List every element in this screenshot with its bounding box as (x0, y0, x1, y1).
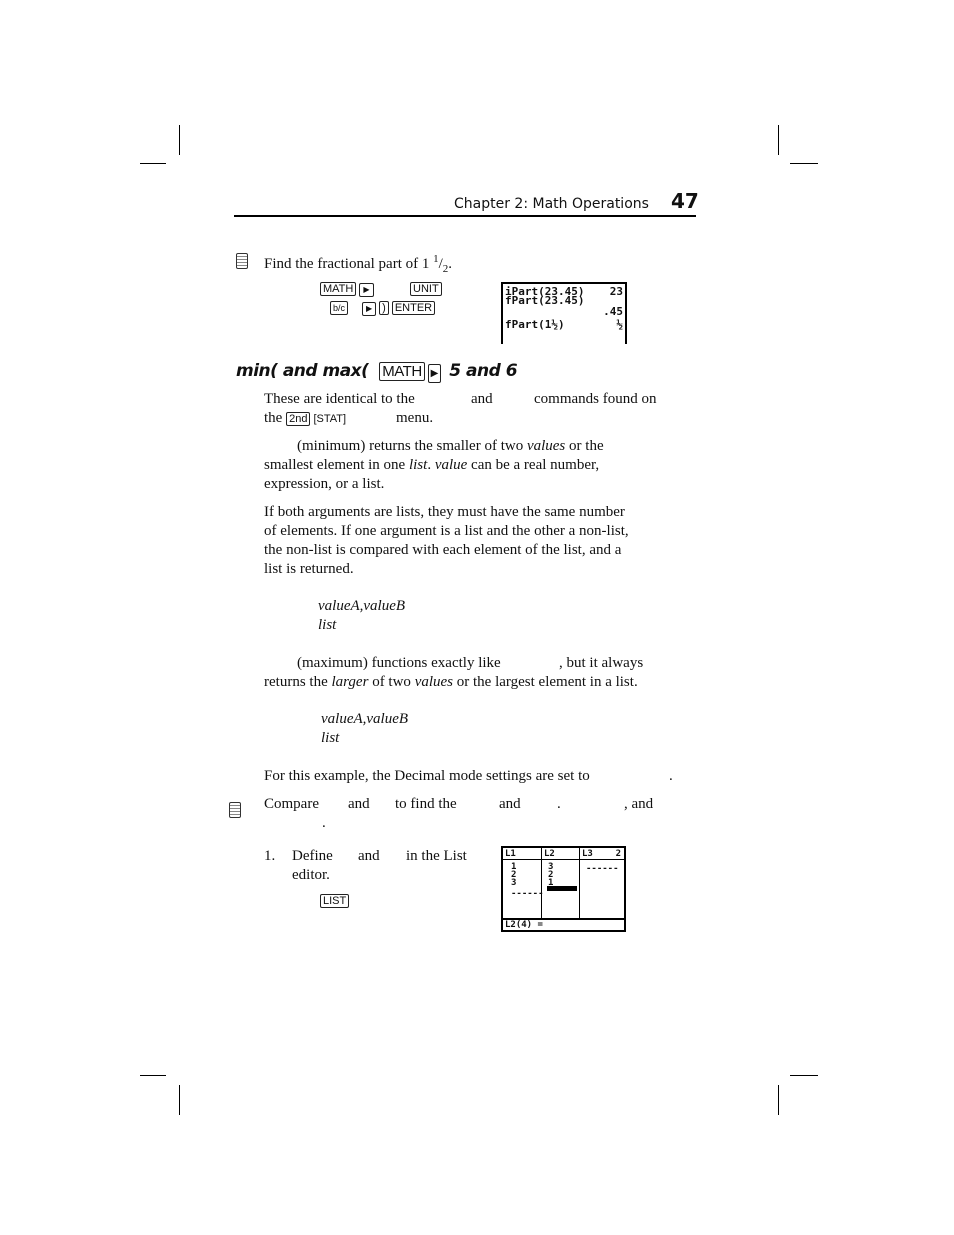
document-page: Chapter 2: Math Operations 47 Find the f… (0, 0, 954, 1235)
crop-mark (140, 163, 166, 164)
edit-line: L2(4) = (505, 920, 543, 930)
screen-line: fPart(1½) (505, 318, 565, 331)
text: and (499, 796, 521, 812)
list-key: LIST (320, 894, 350, 908)
syntax-args: list (321, 730, 340, 746)
list-editor-screen: L1 L2 L3 2 1 2 3 ------ 3 2 1 ------ L2(… (501, 846, 626, 932)
right-arrow-icon: ▶ (427, 364, 441, 383)
text: of elements. If one argument is a list a… (264, 523, 629, 539)
calculator-icon (229, 802, 241, 818)
text: to find the (395, 796, 457, 812)
math-key: MATH (320, 282, 357, 296)
syntax-args: valueA,valueB (318, 598, 406, 614)
keystrokes-row-1: MATH ▶ (320, 279, 377, 298)
right-arrow-icon: ▶ (362, 302, 377, 316)
enter-key: ENTER (391, 301, 436, 315)
text: and (358, 848, 380, 864)
text: For this example, the Decimal mode setti… (264, 768, 590, 784)
crop-mark (140, 1075, 166, 1076)
header-rule (234, 215, 696, 217)
page-number: 47 (671, 189, 699, 213)
text: the non-list is compared with each eleme… (264, 542, 622, 558)
calculator-screen: iPart(23.45) 23 fPart(23.45) .45 fPart(1… (501, 282, 627, 344)
text: commands found on (534, 391, 657, 407)
crop-mark (790, 1075, 818, 1076)
chapter-title: Chapter 2: Math Operations (454, 196, 649, 212)
syntax-args: list (318, 617, 337, 633)
syntax-args: valueA,valueB (321, 711, 409, 727)
calculator-icon (236, 253, 248, 269)
screen-line: fPart(23.45) (505, 294, 585, 307)
screen-result: 23 (609, 285, 623, 298)
crop-mark (179, 1085, 180, 1115)
fraction-key: b/c (330, 301, 349, 315)
text: , and (624, 796, 654, 812)
text: expression, or a list. (264, 476, 385, 492)
text: the 2nd [STAT] (264, 410, 347, 426)
text: returns the larger of two values or the … (264, 674, 638, 690)
paren-key: ) (379, 301, 389, 315)
math-key: MATH (379, 362, 425, 381)
column-header: L2 (544, 849, 555, 859)
crop-mark (179, 125, 180, 155)
example-instruction: Find the fractional part of 1 1/2. (264, 253, 453, 275)
column-header: L1 (505, 849, 516, 859)
cursor-cell (547, 886, 577, 891)
text: . (557, 796, 561, 812)
crop-mark (790, 163, 818, 164)
cell: 3 (511, 878, 517, 888)
unit-key: UNIT (410, 282, 442, 296)
text: Define (292, 848, 333, 864)
text: and (348, 796, 370, 812)
text: If both arguments are lists, they must h… (264, 504, 625, 520)
text: list is returned. (264, 561, 354, 577)
text: These are identical to the (264, 391, 415, 407)
text: (maximum) functions exactly like (297, 655, 501, 671)
text: . (322, 815, 326, 831)
text: (minimum) returns the smaller of two val… (297, 438, 604, 454)
text: , but it always (559, 655, 644, 671)
crop-mark (778, 1085, 779, 1115)
text: in the List (406, 848, 467, 864)
stat-key: [STAT] (313, 413, 347, 425)
keystrokes-row-2: b/c (330, 298, 351, 317)
right-arrow-icon: ▶ (359, 283, 374, 297)
screen-result: .45 (603, 305, 623, 318)
column-number: 2 (615, 849, 621, 859)
text: menu. (396, 410, 434, 426)
cell: ------ (586, 864, 619, 874)
text: Compare (264, 796, 319, 812)
column-header: L3 (582, 849, 593, 859)
crop-mark (778, 125, 779, 155)
text: editor. (292, 867, 330, 883)
section-heading: min( and max( MATH ▶ 5 and 6 (236, 361, 518, 383)
text: and (471, 391, 493, 407)
text: . (669, 768, 673, 784)
screen-result: ½ (616, 318, 623, 331)
step-number: 1. (264, 848, 276, 864)
text: smallest element in one list. value can … (264, 457, 600, 473)
2nd-key: 2nd (286, 412, 311, 426)
